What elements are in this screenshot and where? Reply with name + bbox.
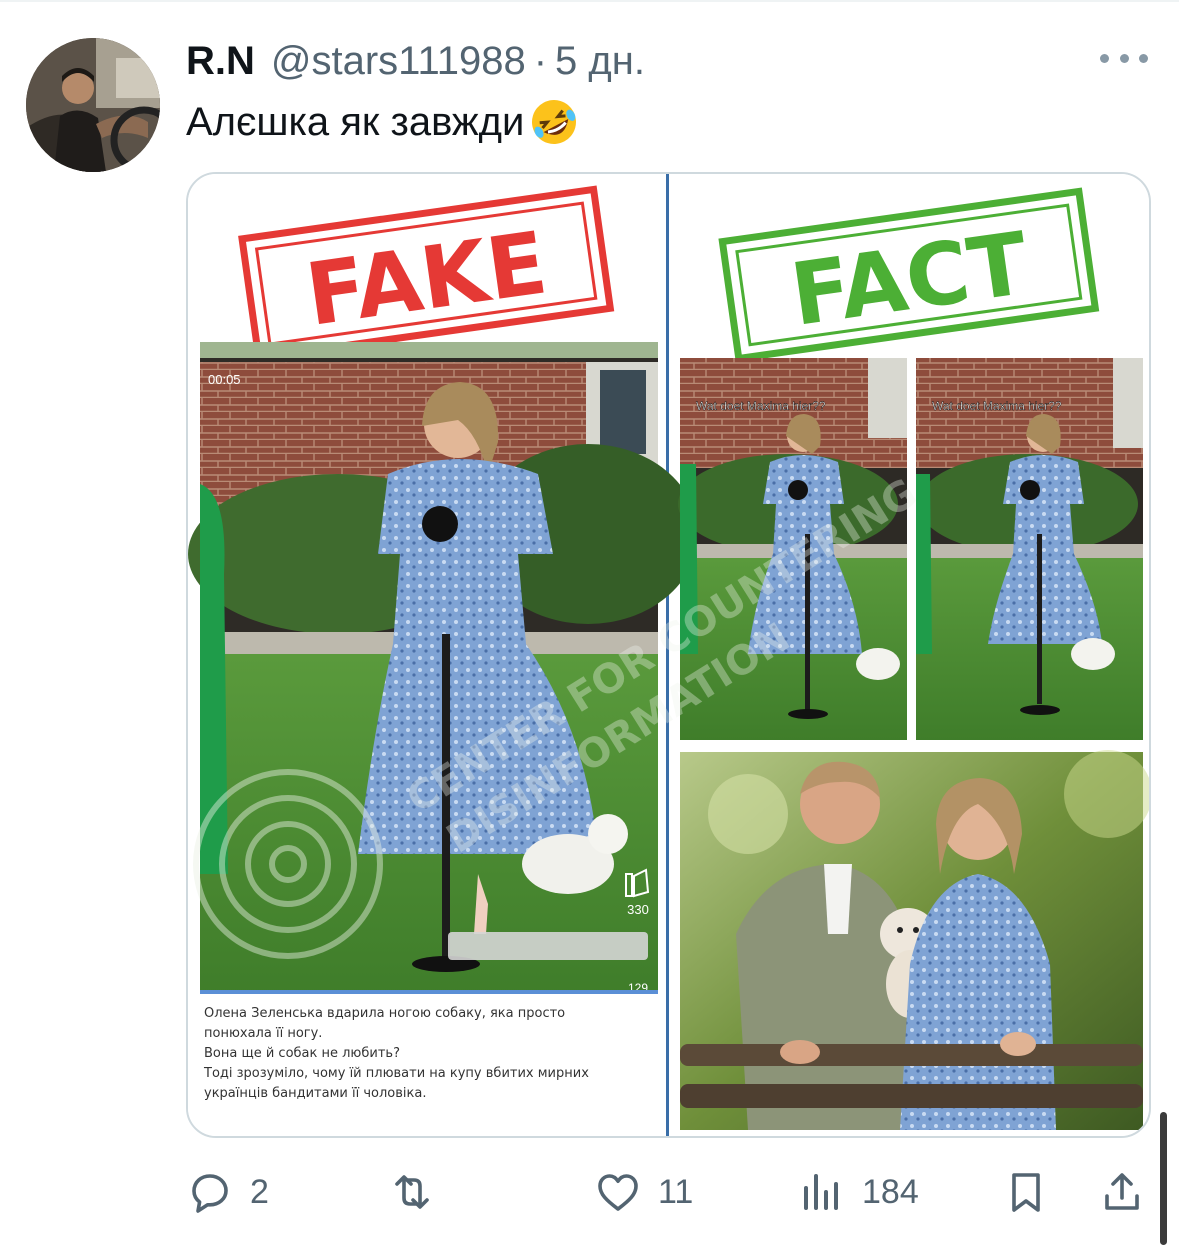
share-button[interactable] <box>1098 1162 1146 1222</box>
author-handle[interactable]: @stars111988 <box>271 39 526 84</box>
avatar[interactable] <box>26 38 160 172</box>
more-icon[interactable] <box>1100 46 1148 70</box>
caption-line-1: Олена Зеленська вдарила ногою собаку, як… <box>204 1006 565 1021</box>
caption-line-5: українців бандитами її чоловіка. <box>204 1086 426 1101</box>
tweet-header: R.N @stars111988 · 5 дн. <box>186 38 645 84</box>
like-icon <box>598 1174 638 1211</box>
like-button[interactable]: 11 <box>594 1162 693 1222</box>
overlay-caption-1: Wat doet Maxima hier?? <box>696 399 826 413</box>
top-divider <box>0 0 1179 2</box>
video-time: 00:05 <box>208 372 241 387</box>
views-button[interactable]: 184 <box>798 1162 919 1222</box>
tweet-actions: 2 11 184 <box>0 1162 1179 1226</box>
blurred-label <box>448 932 648 960</box>
fake-fact-collage: FAKE FACT 00:05 330 129 Олена Зеленська … <box>188 174 1149 1136</box>
retweet-button[interactable] <box>388 1162 452 1222</box>
separator-dot: · <box>533 38 548 83</box>
caption-line-4: Тоді зрозуміло, чому їй плювати на купу … <box>203 1066 589 1081</box>
retweet-icon <box>395 1175 429 1209</box>
views-icon <box>804 1174 838 1210</box>
view-count: 184 <box>862 1172 919 1211</box>
scrollbar[interactable] <box>1160 1112 1167 1245</box>
author-name[interactable]: R.N <box>186 39 255 84</box>
tweet-body: Алєшка як завжди <box>186 99 525 144</box>
bookmark-icon <box>1012 1173 1040 1212</box>
caption-line-3: Вона ще й собак не любить? <box>204 1046 400 1061</box>
tweet-timestamp[interactable]: 5 дн. <box>555 39 645 84</box>
reply-button[interactable]: 2 <box>186 1162 269 1222</box>
tweet-text: Алєшка як завжди <box>186 96 580 148</box>
tweet-media-image[interactable]: FAKE FACT 00:05 330 129 Олена Зеленська … <box>186 172 1151 1138</box>
overlay-caption-2: Wat doet Maxima hier?? <box>932 399 1062 413</box>
bookmark-button[interactable] <box>1002 1162 1050 1222</box>
like-count: 11 <box>658 1172 694 1211</box>
fact-video-frame-2: Wat doet Maxima hier?? <box>916 358 1143 740</box>
share-icon <box>1105 1173 1139 1210</box>
video-like-count: 330 <box>627 902 649 917</box>
reply-icon <box>192 1174 228 1213</box>
rofl-emoji-icon <box>532 100 577 144</box>
caption-line-2: понюхала її ногу. <box>204 1026 322 1041</box>
fact-royal-photo <box>680 750 1149 1130</box>
reply-count: 2 <box>250 1172 269 1211</box>
